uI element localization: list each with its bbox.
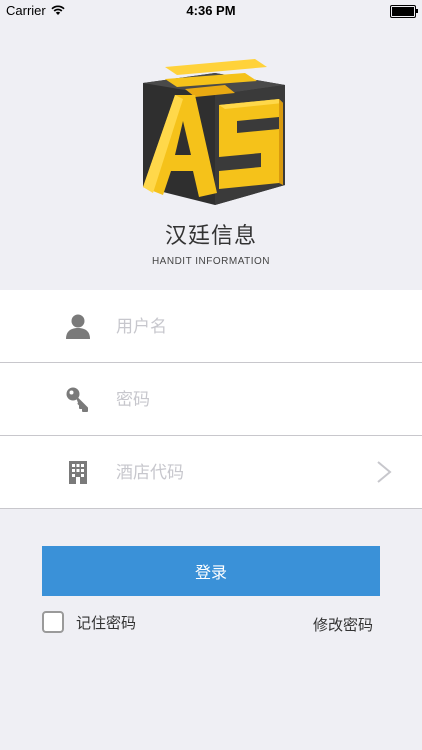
brand-logo: [143, 59, 285, 205]
user-icon: [66, 314, 90, 339]
password-row: [0, 363, 422, 436]
remember-password[interactable]: 记住密码: [42, 611, 136, 633]
battery-icon: [390, 5, 418, 18]
username-input[interactable]: [114, 310, 368, 344]
brand-subtitle: HANDIT INFORMATION: [151, 256, 271, 267]
username-row: [0, 290, 422, 363]
key-icon: [66, 387, 88, 412]
brand-name: 汉廷信息: [164, 223, 257, 248]
hotel-code-input[interactable]: [114, 456, 368, 490]
login-form: [0, 290, 422, 509]
change-password-link[interactable]: 修改密码: [313, 614, 373, 635]
password-input[interactable]: [114, 383, 368, 417]
login-button[interactable]: 登录: [42, 546, 380, 596]
remember-checkbox[interactable]: [42, 611, 64, 633]
status-right: [390, 5, 418, 18]
remember-label: 记住密码: [76, 614, 137, 632]
status-bar: Carrier 4:36 PM: [0, 0, 422, 22]
chevron-right-icon[interactable]: [376, 460, 392, 484]
hotel-code-row[interactable]: [0, 436, 422, 509]
building-icon: [69, 461, 87, 484]
status-time: 4:36 PM: [186, 3, 236, 18]
